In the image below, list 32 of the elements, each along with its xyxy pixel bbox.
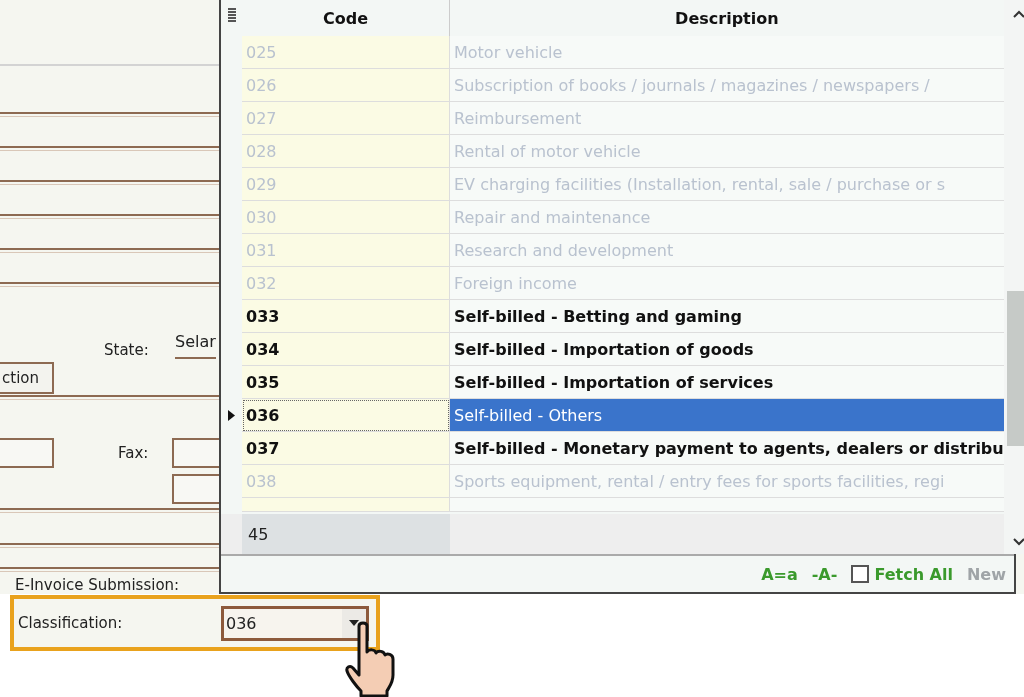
code-cell[interactable]: 036: [242, 399, 450, 432]
column-header[interactable]: Description: [450, 0, 1004, 36]
description-cell[interactable]: [450, 498, 1004, 512]
scroll-up-icon[interactable]: [1013, 10, 1024, 18]
code-cell[interactable]: [242, 498, 450, 512]
code-cell[interactable]: 033: [242, 300, 450, 333]
description-cell[interactable]: Self-billed - Others: [450, 399, 1004, 432]
classification-label: Classification:: [17, 614, 124, 632]
dropdown-caret-icon[interactable]: [349, 620, 359, 626]
description-cell[interactable]: Self-billed - Betting and gaming: [450, 300, 1004, 333]
column-chooser-icon[interactable]: [227, 8, 236, 22]
text-field[interactable]: [172, 474, 219, 504]
fetch-all-checkbox[interactable]: [851, 565, 870, 583]
code-cell[interactable]: 035: [242, 366, 450, 399]
description-cell[interactable]: Self-billed - Monetary payment to agents, dealers or distribu: [450, 432, 1004, 465]
fax-label: Fax:: [118, 444, 150, 462]
phone-field[interactable]: [0, 438, 54, 468]
description-cell[interactable]: Self-billed - Importation of services: [450, 366, 1004, 399]
match-toggle[interactable]: -A-: [811, 564, 838, 584]
state-label: State:: [104, 341, 150, 359]
description-cell[interactable]: Self-billed - Importation of goods: [450, 333, 1004, 366]
scroll-down-icon[interactable]: [1013, 538, 1024, 546]
state-field[interactable]: Selar: [175, 332, 216, 359]
code-cell[interactable]: 034: [242, 333, 450, 366]
case-toggle[interactable]: A=a: [761, 564, 798, 584]
code-cell[interactable]: 037: [242, 432, 450, 465]
record-count: 45: [242, 514, 450, 554]
fetch-all-label[interactable]: Fetch All: [874, 564, 953, 584]
section-button[interactable]: ction: [0, 362, 54, 394]
e-invoice-label: E-Invoice Submission:: [15, 576, 181, 594]
classification-combo[interactable]: 036: [221, 605, 369, 641]
fax-field[interactable]: [172, 438, 219, 468]
